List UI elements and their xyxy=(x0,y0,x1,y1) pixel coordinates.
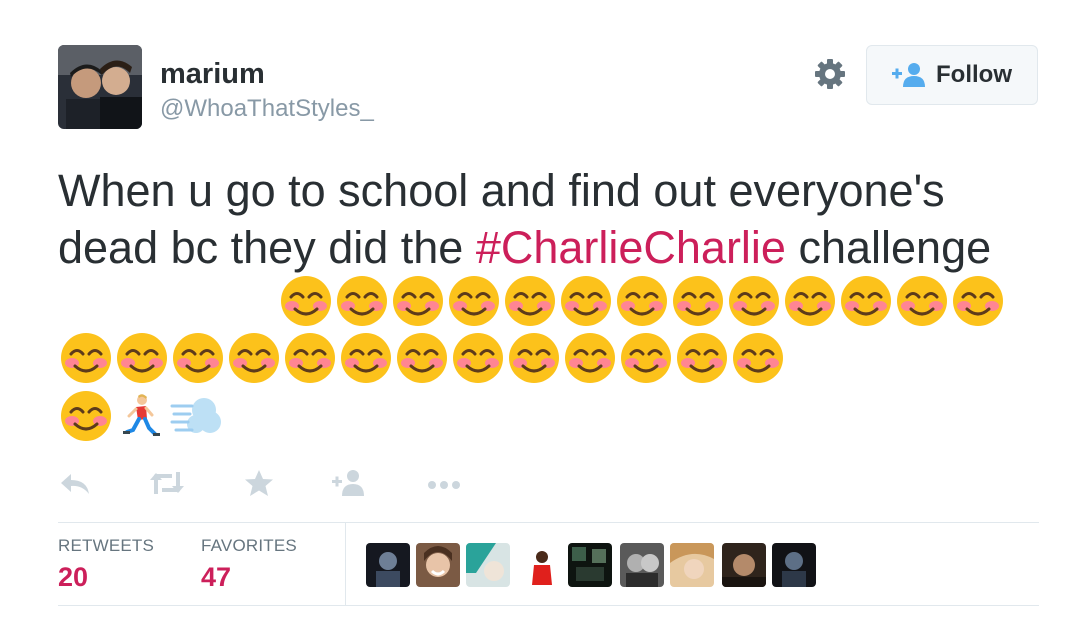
follow-button-label: Follow xyxy=(936,61,1012,88)
retweets-count[interactable]: 20 xyxy=(58,562,88,593)
user-handle[interactable]: @WhoaThatStyles_ xyxy=(160,95,374,123)
smiling-face-with-smiling-eyes-icon xyxy=(502,273,558,329)
favoriter-avatar[interactable] xyxy=(520,543,564,587)
emoji-row xyxy=(58,330,786,386)
divider xyxy=(58,522,1039,523)
smiling-face-with-smiling-eyes-icon xyxy=(950,273,1006,329)
smiling-face-with-smiling-eyes-icon xyxy=(226,330,282,386)
smiling-face-with-smiling-eyes-icon xyxy=(614,273,670,329)
smiling-face-with-smiling-eyes-icon xyxy=(674,330,730,386)
smiling-face-with-smiling-eyes-icon xyxy=(446,273,502,329)
runner-icon xyxy=(123,394,160,436)
smiling-face-with-smiling-eyes-icon xyxy=(282,330,338,386)
avatar[interactable] xyxy=(58,45,142,129)
smiling-face-with-smiling-eyes-icon xyxy=(334,273,390,329)
smiling-face-with-smiling-eyes-icon xyxy=(338,330,394,386)
favoriter-avatar[interactable] xyxy=(568,543,612,587)
favorites-count[interactable]: 47 xyxy=(201,562,231,593)
smiling-face-with-smiling-eyes-icon xyxy=(838,273,894,329)
favorites-label[interactable]: FAVORITES xyxy=(201,536,297,556)
smiling-face-with-smiling-eyes-icon xyxy=(394,330,450,386)
smiling-face-with-smiling-eyes-icon xyxy=(506,330,562,386)
smiling-face-with-smiling-eyes-icon xyxy=(618,330,674,386)
smiling-face-with-smiling-eyes-icon xyxy=(562,330,618,386)
follow-button[interactable]: Follow xyxy=(866,45,1038,105)
favoriter-avatar[interactable] xyxy=(416,543,460,587)
favoriter-avatar[interactable] xyxy=(722,543,766,587)
smiling-face-with-smiling-eyes-icon xyxy=(390,273,446,329)
tweet-text-end: challenge xyxy=(785,222,992,273)
star-icon[interactable] xyxy=(243,468,277,498)
favoriter-avatar[interactable] xyxy=(366,543,410,587)
emoji-row xyxy=(58,388,226,444)
smiling-face-with-smiling-eyes-icon xyxy=(114,330,170,386)
favoriter-avatar[interactable] xyxy=(670,543,714,587)
smiling-face-with-smiling-eyes-icon xyxy=(894,273,950,329)
display-name[interactable]: marium xyxy=(160,58,265,91)
tweet-text: When u go to school and find out everyon… xyxy=(58,162,1048,276)
more-icon[interactable] xyxy=(426,468,460,498)
gear-icon[interactable] xyxy=(812,56,848,92)
emoji-row xyxy=(278,273,1006,329)
retweet-icon[interactable] xyxy=(148,468,184,498)
smiling-face-with-smiling-eyes-icon xyxy=(730,330,786,386)
smiling-face-with-smiling-eyes-icon xyxy=(782,273,838,329)
divider xyxy=(58,605,1039,606)
person-plus-icon[interactable] xyxy=(330,468,364,498)
smiling-face-with-smiling-eyes-icon xyxy=(726,273,782,329)
smiling-face-with-smiling-eyes-icon xyxy=(170,330,226,386)
hashtag-link[interactable]: #CharlieCharlie xyxy=(476,222,786,273)
favoriter-avatar[interactable] xyxy=(620,543,664,587)
retweets-label[interactable]: RETWEETS xyxy=(58,536,154,556)
favoriter-avatar[interactable] xyxy=(772,543,816,587)
divider xyxy=(345,523,346,605)
reply-icon[interactable] xyxy=(58,468,92,498)
smiling-face-with-smiling-eyes-icon xyxy=(58,330,114,386)
dash-icon xyxy=(170,398,221,433)
smiling-face-with-smiling-eyes-icon xyxy=(558,273,614,329)
smiling-face-with-smiling-eyes-icon xyxy=(670,273,726,329)
follow-person-plus-icon xyxy=(892,62,926,88)
smiling-face-with-smiling-eyes-icon xyxy=(278,273,334,329)
favoriter-avatar[interactable] xyxy=(466,543,510,587)
smiling-face-with-smiling-eyes-icon xyxy=(58,388,114,444)
smiling-face-with-smiling-eyes-icon xyxy=(450,330,506,386)
